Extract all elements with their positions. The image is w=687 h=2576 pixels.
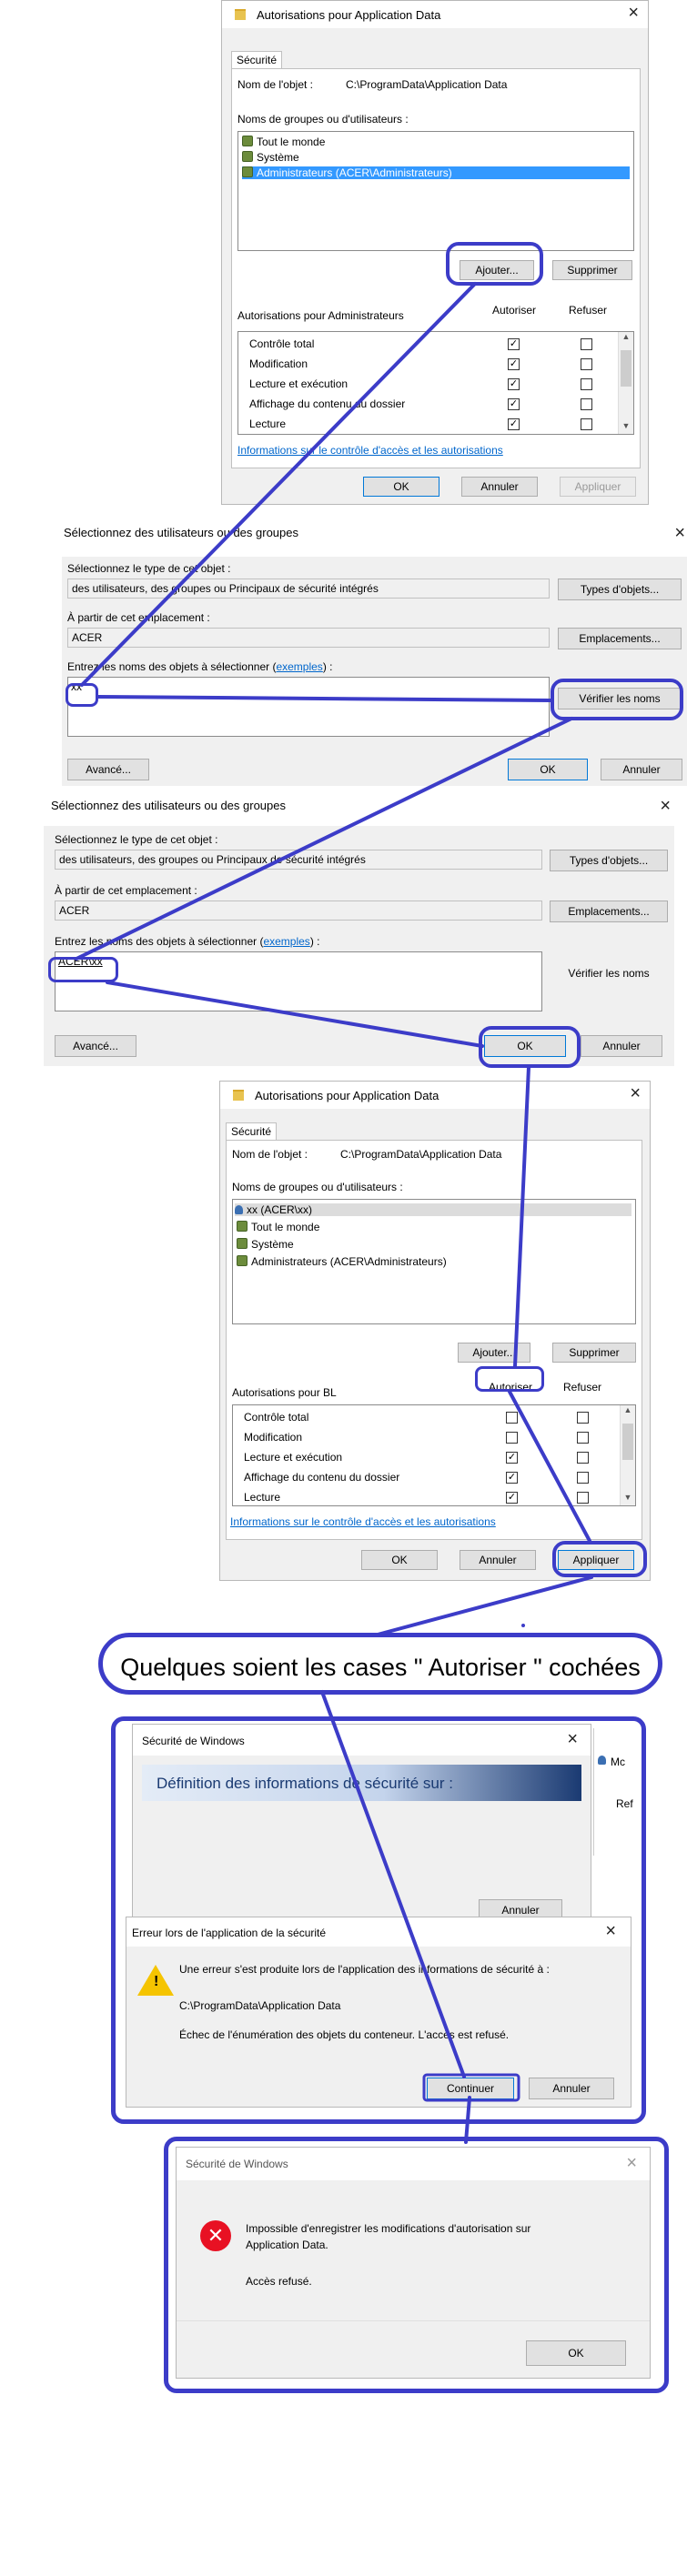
connector-line	[464, 2096, 471, 2144]
annotation-lines	[75, 282, 593, 2144]
connector-line	[75, 717, 573, 961]
connector-line	[96, 695, 552, 702]
annotation-dot	[521, 1624, 525, 1627]
connector-line	[106, 981, 484, 1048]
connector-line	[80, 282, 477, 687]
connector-line	[508, 1390, 591, 1543]
connector-line	[376, 1575, 593, 1636]
connector-line	[513, 1065, 530, 1368]
continue-highlight	[422, 2073, 520, 2102]
connector-line	[320, 1690, 466, 2078]
